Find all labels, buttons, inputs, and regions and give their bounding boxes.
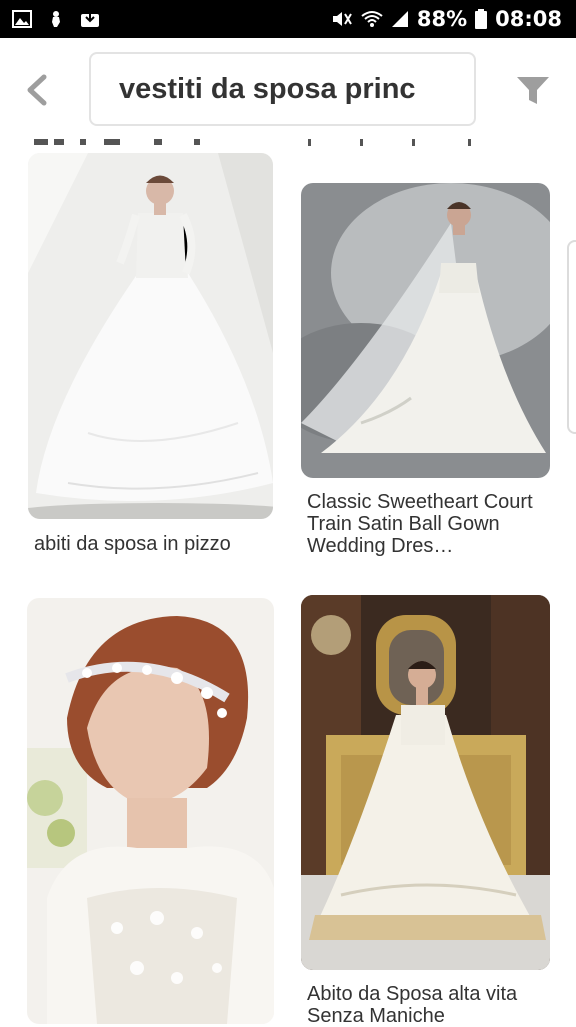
- battery-icon: [475, 9, 488, 29]
- pin-image-lace-gown[interactable]: [28, 153, 273, 519]
- status-bar: 88% 08:08: [0, 0, 576, 38]
- pin-image-gold-interior-gown[interactable]: [301, 595, 550, 970]
- signal-icon: [391, 10, 409, 28]
- pin-caption[interactable]: Abito da Sposa alta vita Senza Maniche: [307, 983, 547, 1027]
- image-icon: [12, 10, 32, 28]
- download-box-icon: [80, 10, 100, 28]
- battery-percent: 88%: [416, 7, 468, 31]
- search-input[interactable]: vestiti da sposa princ: [89, 52, 476, 126]
- scroll-edge-handle[interactable]: [567, 240, 576, 434]
- filter-icon: [515, 75, 551, 107]
- filter-button[interactable]: [514, 73, 552, 109]
- touch-icon: [46, 10, 66, 28]
- search-header: vestiti da sposa princ: [0, 38, 576, 142]
- pin-caption[interactable]: abiti da sposa in pizzo: [34, 533, 274, 555]
- chevron-left-icon: [24, 74, 48, 106]
- pin-caption[interactable]: Classic Sweetheart Court Train Satin Bal…: [307, 491, 547, 557]
- back-button[interactable]: [18, 70, 54, 110]
- search-query: vestiti da sposa princ: [119, 72, 416, 105]
- mute-icon: [331, 10, 353, 28]
- pin-image-bridal-headpiece[interactable]: [27, 598, 274, 1024]
- pin-image-satin-gown[interactable]: [301, 183, 550, 478]
- previous-caption-remnant: [34, 136, 234, 146]
- wifi-icon: [361, 10, 383, 28]
- previous-caption-remnant: [308, 136, 478, 146]
- clock: 08:08: [495, 7, 562, 31]
